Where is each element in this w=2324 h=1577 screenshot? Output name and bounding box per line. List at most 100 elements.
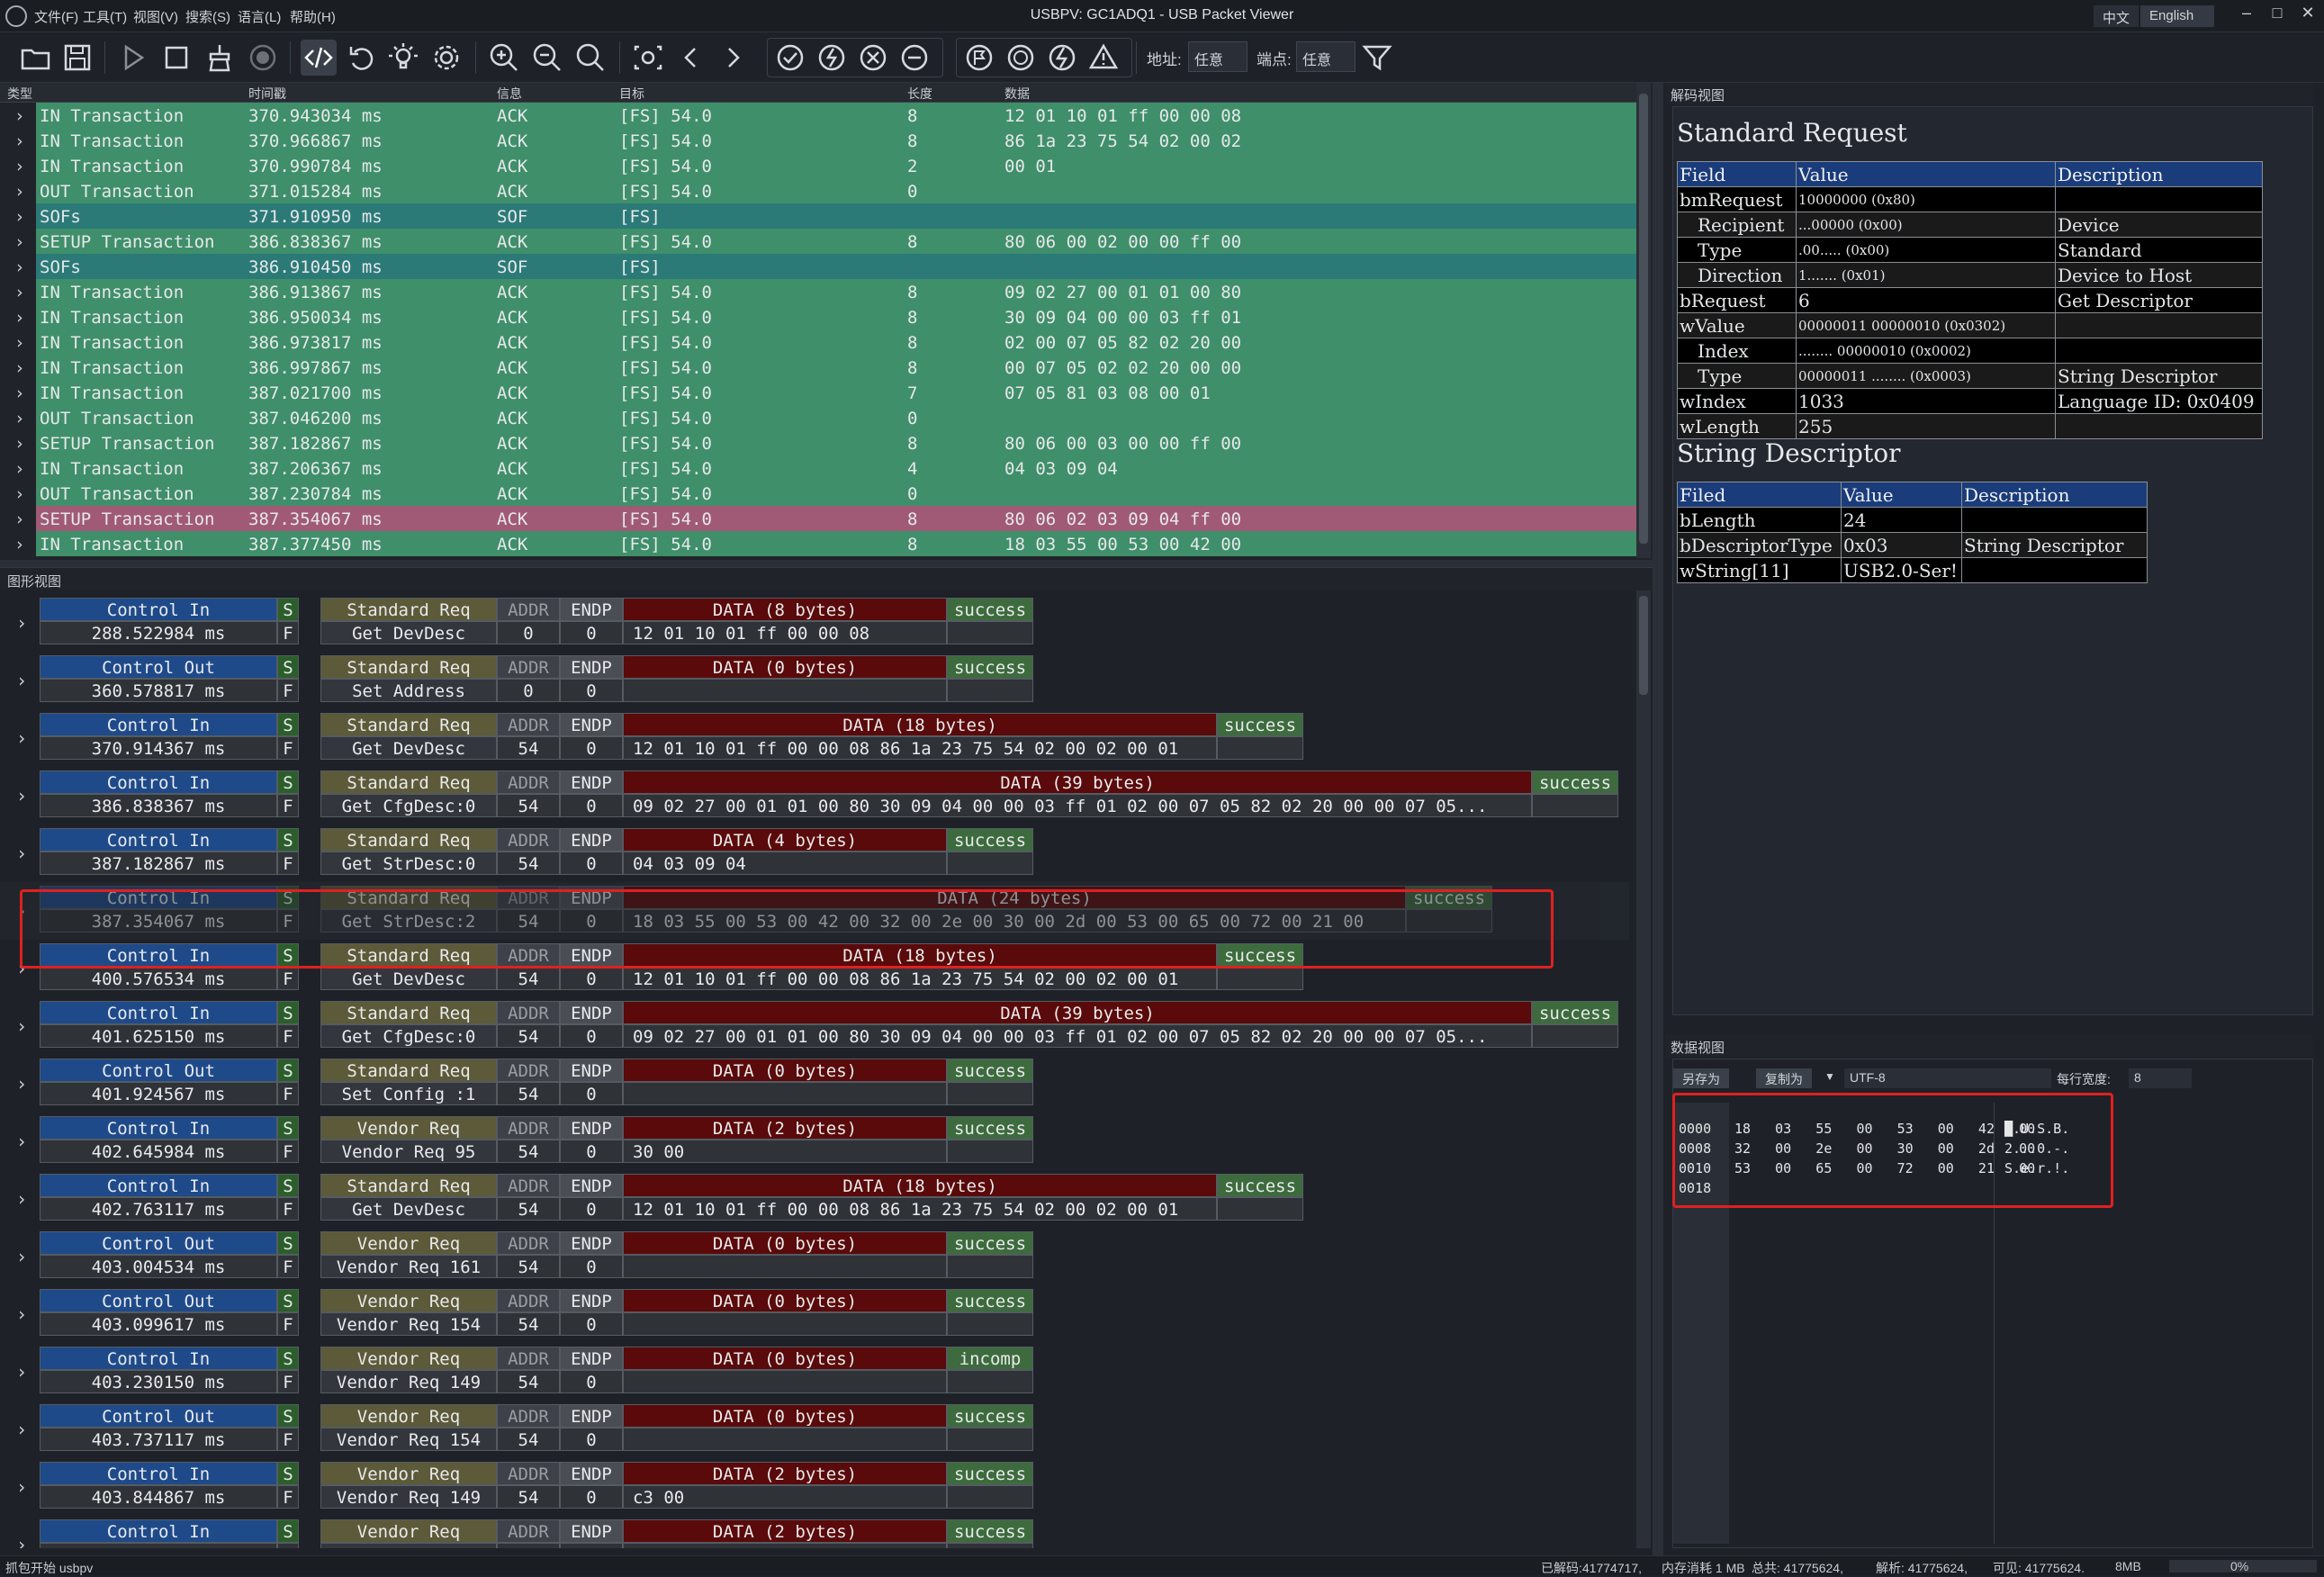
chevron-right-icon[interactable]: › bbox=[16, 1361, 27, 1383]
chevron-right-icon[interactable]: › bbox=[16, 1303, 27, 1325]
chevron-right-icon[interactable]: › bbox=[14, 434, 24, 454]
list-row[interactable]: › OUT Transaction 371.015284 ms ACK [FS] 54.… bbox=[0, 178, 1636, 203]
chevron-right-icon[interactable]: › bbox=[16, 785, 27, 807]
chevron-right-icon[interactable]: › bbox=[14, 232, 24, 252]
undo-icon[interactable] bbox=[344, 40, 380, 76]
list-scrollbar[interactable] bbox=[1636, 83, 1651, 558]
stop-icon[interactable] bbox=[158, 40, 194, 76]
list-scroll-thumb[interactable] bbox=[1639, 94, 1648, 544]
chevron-right-icon[interactable]: › bbox=[16, 1476, 27, 1498]
list-row[interactable]: › IN Transaction 370.990784 ms ACK [FS] 54.0… bbox=[0, 153, 1636, 178]
light-icon[interactable] bbox=[385, 40, 421, 76]
chevron-right-icon[interactable]: › bbox=[14, 257, 24, 277]
filter-stall-icon[interactable] bbox=[855, 40, 891, 76]
list-row[interactable]: › OUT Transaction 387.046200 ms ACK [FS] 54.… bbox=[0, 405, 1636, 430]
chevron-right-icon[interactable]: › bbox=[16, 1131, 27, 1152]
filter-error-icon[interactable] bbox=[1044, 40, 1080, 76]
chevron-right-icon[interactable]: › bbox=[16, 1188, 27, 1210]
graph-scroll-thumb[interactable] bbox=[1639, 596, 1648, 695]
graph-row[interactable]: › Control In 288.522984 ms S F Standard Req Ge… bbox=[0, 594, 1629, 652]
chevron-right-icon[interactable]: › bbox=[14, 383, 24, 403]
play-icon[interactable] bbox=[115, 40, 151, 76]
chevron-right-icon[interactable]: › bbox=[14, 308, 24, 328]
graph-row[interactable]: › Control In 386.838367 ms S F Standard Req Ge… bbox=[0, 767, 1629, 825]
chevron-right-icon[interactable]: › bbox=[16, 1073, 27, 1095]
list-row[interactable]: › SETUP Transaction 387.354067 ms ACK [FS] 5… bbox=[0, 506, 1636, 531]
list-row[interactable]: › IN Transaction 386.973817 ms ACK [FS] 54.0… bbox=[0, 329, 1636, 355]
chevron-right-icon[interactable]: › bbox=[14, 207, 24, 227]
width-spinbox[interactable]: 8 bbox=[2129, 1068, 2192, 1088]
chevron-right-icon[interactable]: › bbox=[14, 358, 24, 378]
endp-select[interactable]: 任意 bbox=[1296, 41, 1356, 72]
chevron-right-icon[interactable]: › bbox=[14, 131, 24, 151]
horizontal-splitter[interactable] bbox=[0, 560, 1653, 567]
list-row[interactable]: › SOFs 386.910450 ms SOF [FS] bbox=[0, 254, 1636, 279]
col-time[interactable]: 时间戳 bbox=[248, 85, 286, 103]
zoom-fit-icon[interactable] bbox=[572, 40, 608, 76]
list-row[interactable]: › IN Transaction 386.950034 ms ACK [FS] 54.0… bbox=[0, 304, 1636, 329]
chevron-right-icon[interactable]: › bbox=[16, 1015, 27, 1037]
funnel-icon[interactable] bbox=[1359, 40, 1395, 76]
list-row[interactable]: › SOFs 371.910950 ms SOF [FS] bbox=[0, 203, 1636, 229]
list-row[interactable]: › IN Transaction 370.966867 ms ACK [FS] 54.0… bbox=[0, 128, 1636, 153]
chevron-right-icon[interactable]: › bbox=[16, 670, 27, 691]
graph-row[interactable]: › Control In 403.230150 ms S F Vendor Req Vend… bbox=[0, 1343, 1629, 1401]
zoom-out-icon[interactable] bbox=[529, 40, 565, 76]
chevron-right-icon[interactable]: › bbox=[14, 182, 24, 202]
col-data[interactable]: 数据 bbox=[1004, 85, 1030, 103]
lang-zh-button[interactable]: 中文 bbox=[2094, 5, 2139, 27]
save-as-button[interactable]: 另存为 bbox=[1673, 1068, 1729, 1088]
chevron-right-icon[interactable]: › bbox=[14, 509, 24, 529]
filter-nyet-icon[interactable] bbox=[896, 40, 932, 76]
copy-dropdown-icon[interactable]: ▼ bbox=[1824, 1070, 1835, 1083]
list-row[interactable]: › IN Transaction 387.021700 ms ACK [FS] 54.0… bbox=[0, 380, 1636, 405]
chevron-right-icon[interactable]: › bbox=[16, 1534, 27, 1548]
save-icon[interactable] bbox=[59, 40, 95, 76]
chevron-right-icon[interactable]: › bbox=[16, 612, 27, 634]
list-row[interactable]: › IN Transaction 386.913867 ms ACK [FS] 54.0… bbox=[0, 279, 1636, 304]
chevron-right-icon[interactable]: › bbox=[14, 535, 24, 554]
chevron-right-icon[interactable]: › bbox=[14, 157, 24, 176]
filter-sof-icon[interactable] bbox=[961, 40, 997, 76]
chevron-right-icon[interactable]: › bbox=[14, 459, 24, 479]
graph-row[interactable]: › Control Out 401.924567 ms S F Standard Req S… bbox=[0, 1055, 1629, 1113]
list-row[interactable]: › SETUP Transaction 387.182867 ms ACK [FS] 5… bbox=[0, 430, 1636, 455]
copy-as-button[interactable]: 复制为 bbox=[1756, 1068, 1812, 1088]
graph-row[interactable]: › Control Out 360.578817 ms S F Standard Req S… bbox=[0, 652, 1629, 709]
chevron-right-icon[interactable]: › bbox=[14, 283, 24, 302]
addr-select[interactable]: 任意 bbox=[1188, 41, 1248, 72]
open-folder-icon[interactable] bbox=[18, 40, 54, 76]
vertical-splitter[interactable] bbox=[1653, 83, 1663, 1555]
chevron-right-icon[interactable]: › bbox=[14, 484, 24, 504]
graph-row[interactable]: › Control In 370.914367 ms S F Standard Req Ge… bbox=[0, 709, 1629, 767]
prev-icon[interactable] bbox=[673, 40, 709, 76]
col-target[interactable]: 目标 bbox=[619, 85, 644, 103]
chevron-right-icon[interactable]: › bbox=[14, 106, 24, 126]
list-row[interactable]: › SETUP Transaction 386.838367 ms ACK [FS] 5… bbox=[0, 229, 1636, 254]
next-icon[interactable] bbox=[715, 40, 751, 76]
filter-ack-icon[interactable] bbox=[772, 40, 808, 76]
list-row[interactable]: › IN Transaction 387.206367 ms ACK [FS] 54.0… bbox=[0, 455, 1636, 481]
graph-row[interactable]: › Control InSF Vendor ReqADDRADDRENDPENDPD… bbox=[0, 1516, 1629, 1548]
graph-row[interactable]: › Control In 401.625150 ms S F Standard Req Ge… bbox=[0, 997, 1629, 1055]
filter-nak-icon[interactable] bbox=[814, 40, 850, 76]
graph-row[interactable]: › Control Out 403.004534 ms S F Vendor Req Ven… bbox=[0, 1228, 1629, 1285]
filter-sof2-icon[interactable] bbox=[1003, 40, 1039, 76]
graph-row[interactable]: › Control In 387.182867 ms S F Standard Req Ge… bbox=[0, 825, 1629, 882]
graph-row[interactable]: › Control Out 403.099617 ms S F Vendor Req Ven… bbox=[0, 1285, 1629, 1343]
list-row[interactable]: › IN Transaction 370.943034 ms ACK [FS] 54.0… bbox=[0, 103, 1636, 128]
lang-en-button[interactable]: English bbox=[2140, 5, 2214, 27]
chevron-right-icon[interactable]: › bbox=[16, 1419, 27, 1440]
code-icon[interactable] bbox=[301, 40, 337, 76]
col-info[interactable]: 信息 bbox=[497, 85, 522, 103]
close-icon[interactable]: ✕ bbox=[2293, 4, 2322, 29]
record-icon[interactable] bbox=[245, 40, 281, 76]
clear-icon[interactable] bbox=[202, 40, 238, 76]
encoding-select[interactable]: UTF-8 bbox=[1844, 1068, 2051, 1088]
graph-scrollbar[interactable] bbox=[1636, 590, 1651, 1548]
col-length[interactable]: 长度 bbox=[907, 85, 932, 103]
graph-row[interactable]: › Control Out 403.737117 ms S F Vendor Req Ven… bbox=[0, 1401, 1629, 1458]
chevron-right-icon[interactable]: › bbox=[16, 1246, 27, 1267]
chevron-right-icon[interactable]: › bbox=[14, 333, 24, 353]
maximize-icon[interactable]: □ bbox=[2263, 4, 2292, 29]
